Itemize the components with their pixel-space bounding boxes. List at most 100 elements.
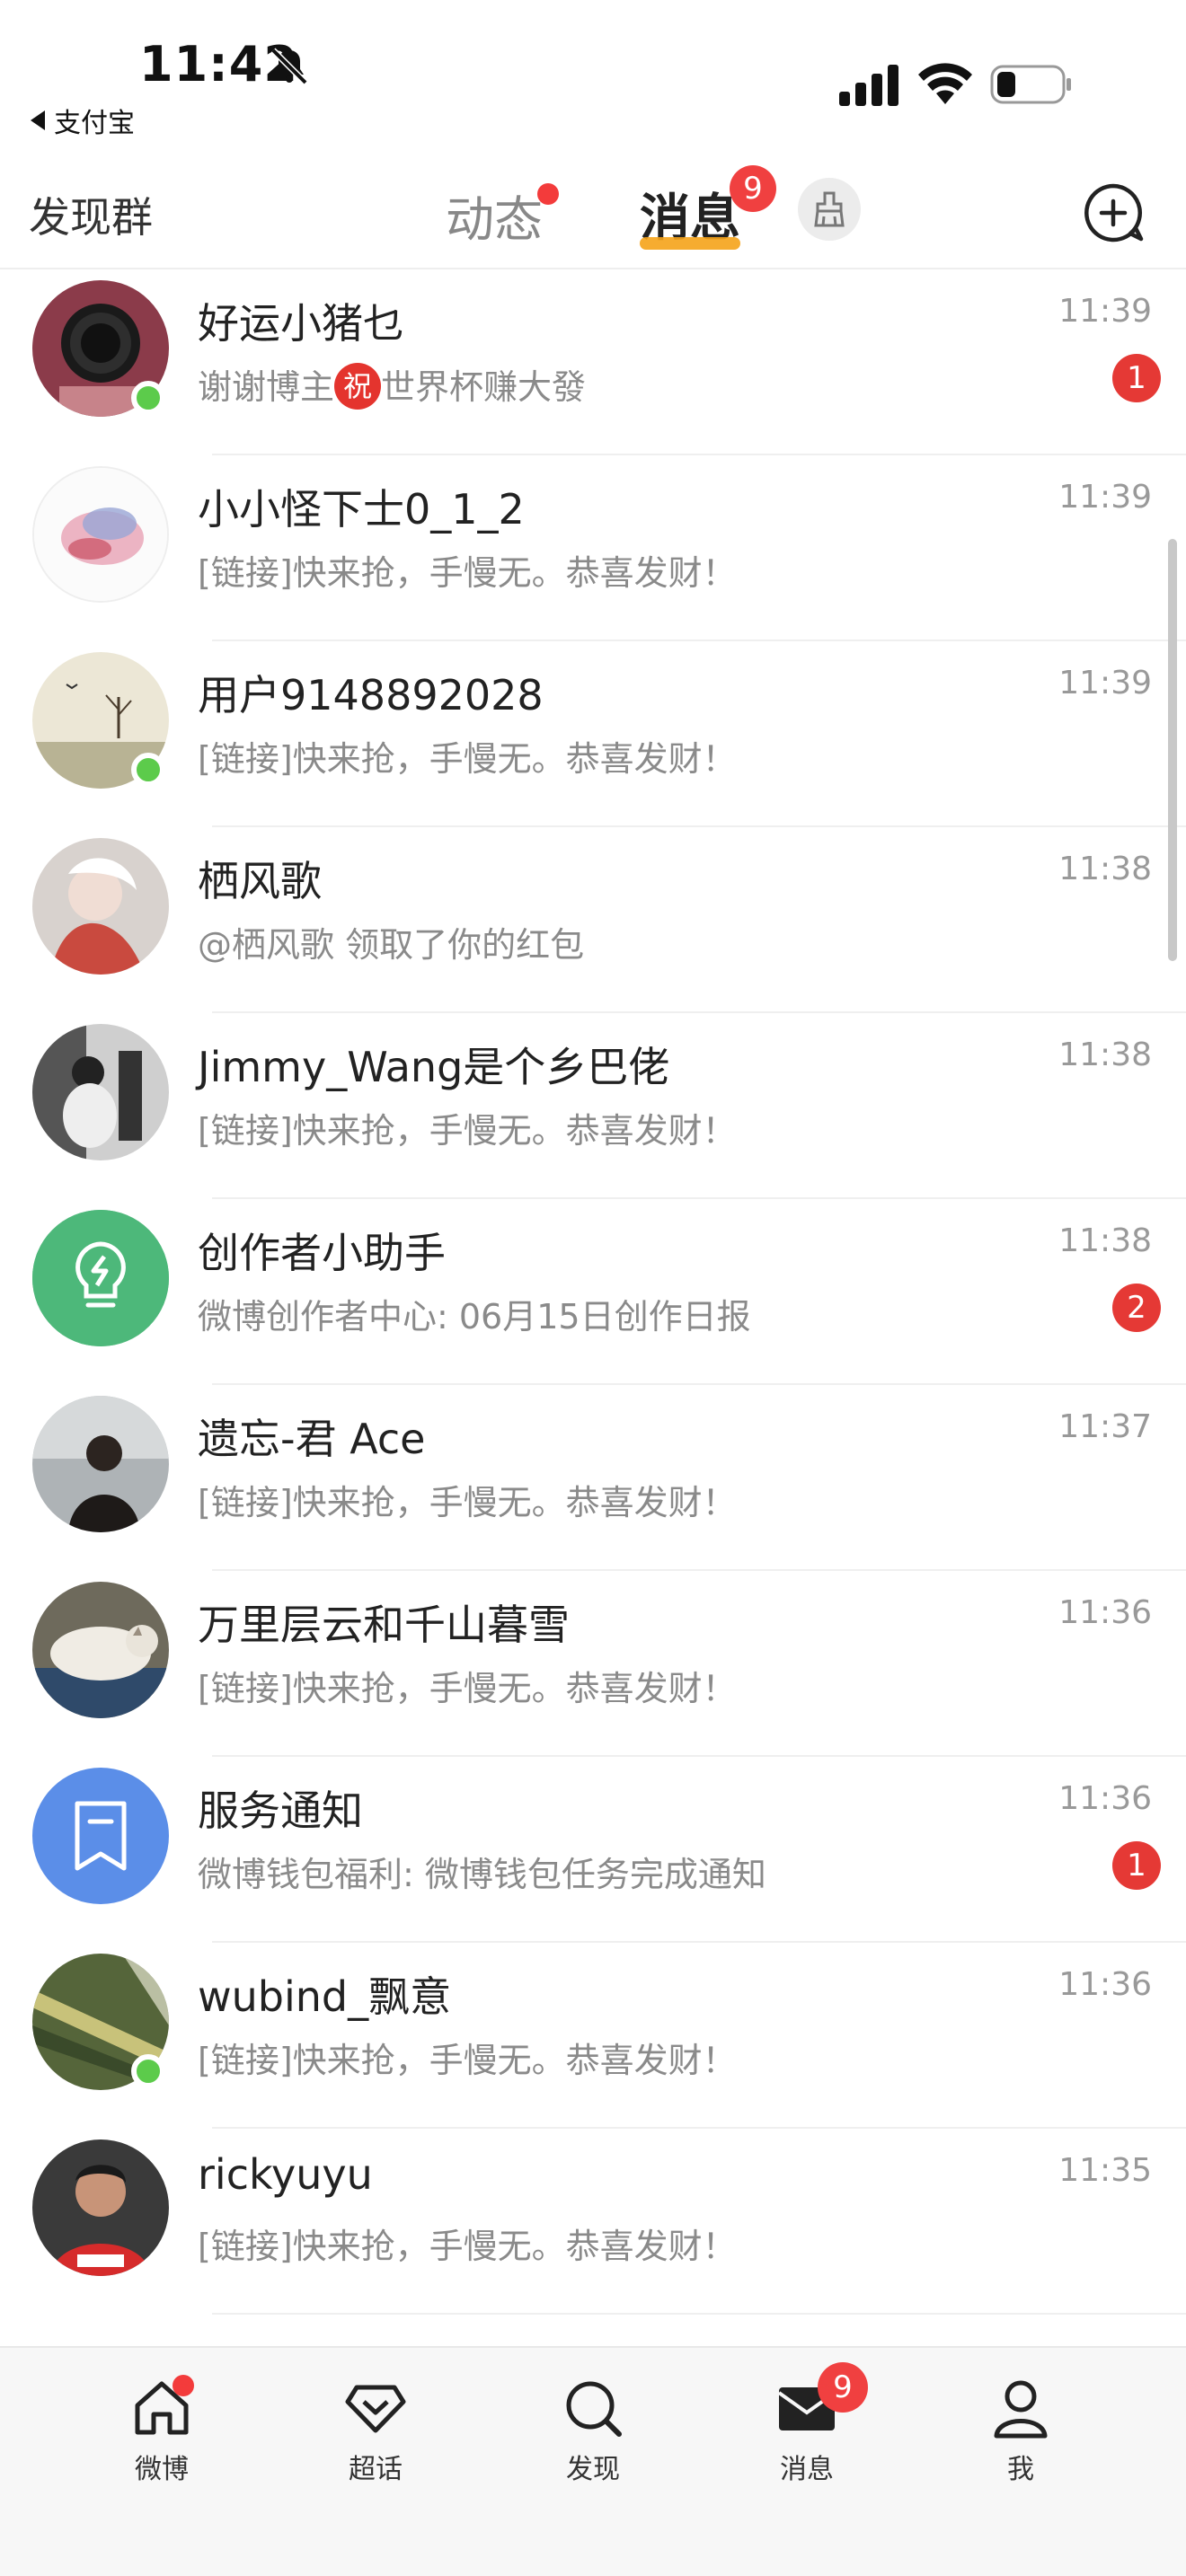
contact-name: Jimmy_Wang是个乡巴佬 bbox=[198, 1043, 670, 1091]
contact-name: 万里层云和千山暮雪 bbox=[198, 1601, 570, 1649]
avatar bbox=[32, 1024, 169, 1160]
bottom-tab-bar: 微博 超话 发现 9 消息 我 bbox=[0, 2346, 1186, 2576]
active-tab-underline bbox=[640, 237, 740, 250]
message-time: 11:36 bbox=[1058, 1966, 1152, 2003]
conversation-row[interactable]: 服务通知 微博钱包福利: 微博钱包任务完成通知 11:36 1 bbox=[0, 1757, 1186, 1943]
row-divider bbox=[212, 2313, 1186, 2315]
tab-label: 发现 bbox=[566, 2454, 620, 2485]
tab-dynamic[interactable]: 动态 bbox=[446, 180, 559, 251]
message-time: 11:39 bbox=[1058, 293, 1152, 330]
bell-muted-icon bbox=[270, 48, 308, 85]
tab-messages-badge: 9 bbox=[730, 165, 776, 212]
tab-label: 我 bbox=[1007, 2454, 1034, 2485]
cellular-signal-icon bbox=[839, 65, 898, 106]
message-time: 11:39 bbox=[1058, 479, 1152, 516]
online-status-dot bbox=[131, 2054, 165, 2088]
status-bar: 11:42 支付宝 bbox=[0, 0, 1186, 144]
back-arrow-icon bbox=[31, 110, 45, 130]
message-preview: [链接]快来抢，手慢无。恭喜发财！ bbox=[198, 2041, 737, 2080]
tab-messages-bottom[interactable]: 9 消息 bbox=[735, 2362, 879, 2502]
tab-me[interactable]: 我 bbox=[949, 2368, 1093, 2502]
message-preview: [链接]快来抢，手慢无。恭喜发财！ bbox=[198, 1669, 737, 1708]
tab-messages[interactable]: 消息 9 bbox=[640, 165, 776, 251]
contact-name: 好运小猪乜 bbox=[198, 299, 404, 348]
blessing-emoji: 祝 bbox=[334, 362, 382, 410]
preview-text-before: 谢谢博主 bbox=[198, 367, 335, 407]
contact-name: wubind_飘意 bbox=[198, 1972, 452, 2021]
back-to-app-link[interactable]: 支付宝 bbox=[31, 101, 135, 140]
message-time: 11:39 bbox=[1058, 665, 1152, 701]
message-time: 11:38 bbox=[1058, 1222, 1152, 1259]
search-icon bbox=[566, 2381, 622, 2437]
message-time: 11:36 bbox=[1058, 1780, 1152, 1817]
conversation-row[interactable]: 创作者小助手 微博创作者中心: 06月15日创作日报 11:38 2 bbox=[0, 1199, 1186, 1385]
avatar bbox=[32, 838, 169, 975]
tab-weibo[interactable]: 微博 bbox=[90, 2368, 234, 2502]
contact-name: 遗忘-君 Ace bbox=[198, 1415, 426, 1463]
tab-super-topics[interactable]: 超话 bbox=[304, 2368, 447, 2502]
message-preview: [链接]快来抢，手慢无。恭喜发财！ bbox=[198, 553, 737, 593]
message-time: 11:37 bbox=[1058, 1408, 1152, 1445]
scrollbar[interactable] bbox=[1168, 539, 1177, 961]
message-preview: 微博钱包福利: 微博钱包任务完成通知 bbox=[198, 1855, 766, 1894]
avatar bbox=[32, 1582, 169, 1718]
unread-badge: 1 bbox=[1112, 1841, 1161, 1890]
tab-dynamic-label: 动态 bbox=[446, 191, 543, 248]
unread-badge: 1 bbox=[1112, 354, 1161, 402]
conversation-row[interactable]: wubind_飘意 [链接]快来抢，手慢无。恭喜发财！ 11:36 bbox=[0, 1943, 1186, 2129]
message-preview: [链接]快来抢，手慢无。恭喜发财！ bbox=[198, 1111, 737, 1151]
tab-weibo-dot bbox=[173, 2375, 194, 2396]
diamond-icon bbox=[345, 2385, 406, 2433]
preview-text-after: 世界杯赚大發 bbox=[381, 367, 587, 407]
avatar bbox=[32, 466, 169, 603]
message-preview: [链接]快来抢，手慢无。恭喜发财！ bbox=[198, 2227, 737, 2266]
tab-messages-badge-bottom: 9 bbox=[818, 2362, 868, 2413]
wifi-icon bbox=[918, 63, 972, 104]
conversation-row[interactable]: 万里层云和千山暮雪 [链接]快来抢，手慢无。恭喜发财！ 11:36 bbox=[0, 1571, 1186, 1757]
conversation-row[interactable]: rickyuyu [链接]快来抢，手慢无。恭喜发财！ 11:35 bbox=[0, 2129, 1186, 2315]
conversation-row[interactable]: 小小怪下士0_1_2 [链接]快来抢，手慢无。恭喜发财！ 11:39 bbox=[0, 455, 1186, 641]
message-time: 11:38 bbox=[1058, 851, 1152, 887]
contact-name: 小小怪下士0_1_2 bbox=[198, 485, 525, 534]
conversation-list[interactable]: 好运小猪乜 谢谢博主祝世界杯赚大發 11:39 1 小小怪下士0_1_2 [链接… bbox=[0, 269, 1186, 2335]
message-preview: @栖风歌 领取了你的红包 bbox=[198, 925, 585, 965]
contact-name: 栖风歌 bbox=[198, 857, 322, 905]
lightbulb-icon bbox=[32, 1210, 169, 1346]
tab-label: 超话 bbox=[349, 2454, 403, 2485]
avatar bbox=[32, 1210, 169, 1346]
back-app-label: 支付宝 bbox=[54, 108, 135, 139]
discover-groups-link[interactable]: 发现群 bbox=[29, 185, 153, 244]
clear-unread-button[interactable] bbox=[798, 178, 861, 241]
contact-name: rickyuyu bbox=[198, 2150, 373, 2199]
unread-badge: 2 bbox=[1112, 1284, 1161, 1332]
avatar bbox=[32, 2139, 169, 2276]
conversation-row[interactable]: 好运小猪乜 谢谢博主祝世界杯赚大發 11:39 1 bbox=[0, 269, 1186, 455]
message-time: 11:35 bbox=[1058, 2152, 1152, 2189]
message-preview: 谢谢博主祝世界杯赚大發 bbox=[198, 359, 586, 410]
new-chat-icon[interactable] bbox=[1082, 181, 1145, 244]
conversation-row[interactable]: 用户9148892028 [链接]快来抢，手慢无。恭喜发财！ 11:39 bbox=[0, 641, 1186, 827]
message-time: 11:38 bbox=[1058, 1037, 1152, 1073]
tab-dynamic-dot bbox=[537, 183, 559, 205]
conversation-row[interactable]: 栖风歌 @栖风歌 领取了你的红包 11:38 bbox=[0, 827, 1186, 1013]
conversation-row[interactable]: Jimmy_Wang是个乡巴佬 [链接]快来抢，手慢无。恭喜发财！ 11:38 bbox=[0, 1013, 1186, 1199]
message-time: 11:36 bbox=[1058, 1594, 1152, 1631]
message-preview: [链接]快来抢，手慢无。恭喜发财！ bbox=[198, 1483, 737, 1522]
broom-icon bbox=[814, 191, 845, 227]
online-status-dot bbox=[131, 753, 165, 787]
avatar bbox=[32, 1768, 169, 1904]
avatar bbox=[32, 1396, 169, 1532]
online-status-dot bbox=[131, 381, 165, 415]
tab-label: 消息 bbox=[780, 2454, 834, 2485]
tab-label: 微博 bbox=[135, 2454, 189, 2485]
message-preview: 微博创作者中心: 06月15日创作日报 bbox=[198, 1297, 751, 1337]
contact-name: 创作者小助手 bbox=[198, 1229, 446, 1277]
conversation-row[interactable]: 遗忘-君 Ace [链接]快来抢，手慢无。恭喜发财！ 11:37 bbox=[0, 1385, 1186, 1571]
tab-discover[interactable]: 发现 bbox=[521, 2368, 665, 2502]
message-preview: [链接]快来抢，手慢无。恭喜发财！ bbox=[198, 739, 737, 779]
bookmark-icon bbox=[32, 1768, 169, 1904]
battery-icon bbox=[990, 65, 1071, 104]
contact-name: 服务通知 bbox=[198, 1786, 363, 1835]
messages-header: 发现群 动态 消息 9 bbox=[0, 144, 1186, 269]
contact-name: 用户9148892028 bbox=[198, 671, 544, 719]
